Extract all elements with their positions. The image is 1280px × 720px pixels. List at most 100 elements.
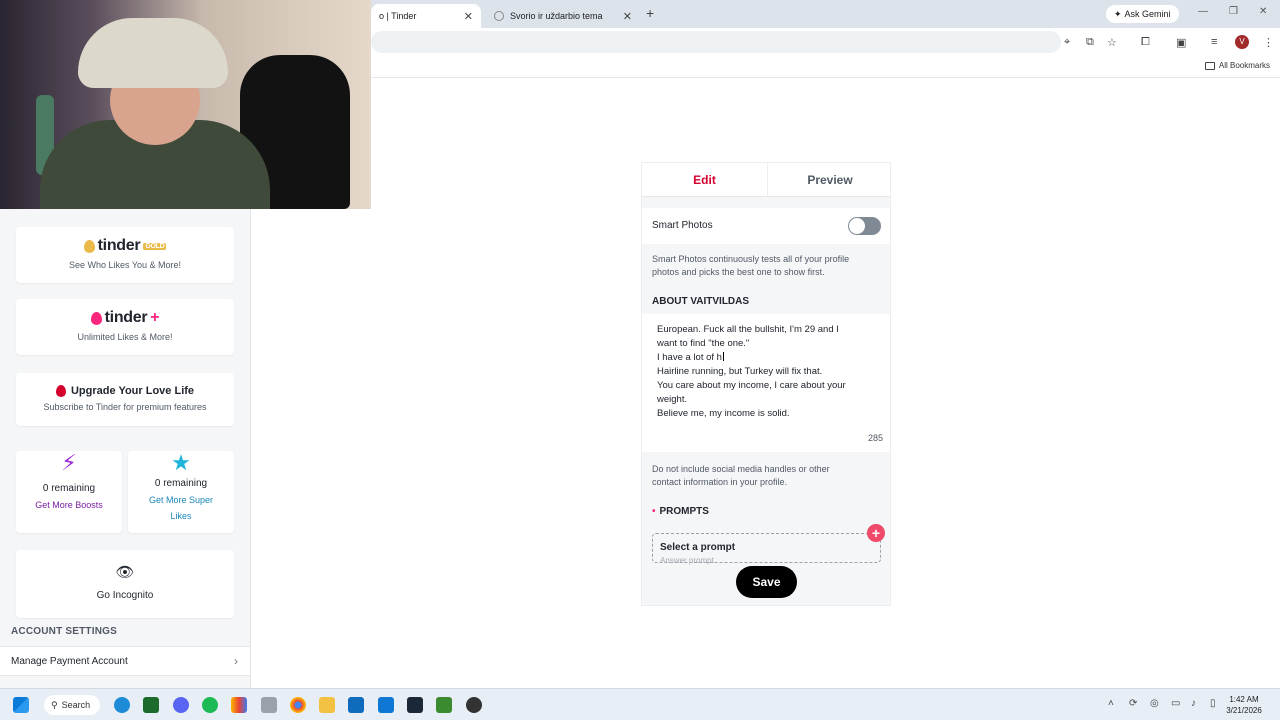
tab-preview[interactable]: Preview xyxy=(767,163,890,197)
edit-preview-tabs: Edit Preview xyxy=(642,163,890,197)
super-likes-card[interactable]: ★ 0 remaining Get More Super Likes xyxy=(128,451,234,533)
logo-text: tinder xyxy=(97,237,141,254)
location-icon[interactable]: ⌖ xyxy=(1064,36,1070,49)
new-tab-button[interactable]: + xyxy=(646,5,654,21)
edit-profile-panel: Edit Preview Smart Photos Smart Photos c… xyxy=(641,162,891,606)
battery-icon[interactable]: ▯ xyxy=(1210,698,1216,709)
profile-avatar[interactable]: V xyxy=(1235,35,1249,49)
incognito-eye-icon: 👁 xyxy=(115,564,135,581)
upgrade-title: Upgrade Your Love Life xyxy=(70,385,195,397)
system-clock[interactable]: 1:42 AM 3/21/2026 xyxy=(1224,694,1264,716)
edge-icon[interactable] xyxy=(114,697,130,713)
tab-svorio[interactable]: Svorio ir uždarbio tema ✕ xyxy=(486,4,640,28)
save-button[interactable]: Save xyxy=(736,566,797,598)
get-more-super-likes-link[interactable]: Get More Super Likes xyxy=(128,492,234,524)
warning-line: contact information in your profile. xyxy=(652,477,788,487)
volume-icon[interactable]: ♪ xyxy=(1191,698,1196,709)
obs-icon[interactable] xyxy=(466,697,482,713)
side-panel-icon[interactable]: ▣ xyxy=(1176,36,1186,49)
spotify-icon[interactable] xyxy=(202,697,218,713)
character-count: 285 xyxy=(867,433,883,443)
reading-list-icon[interactable]: ≡ xyxy=(1211,36,1217,48)
close-window-icon[interactable]: ✕ xyxy=(1259,6,1267,17)
address-bar[interactable] xyxy=(371,31,1061,53)
outlook-icon[interactable] xyxy=(378,697,394,713)
plus-sign: + xyxy=(150,309,160,326)
bio-line: weight. xyxy=(657,394,688,405)
link-line: Likes xyxy=(170,511,192,521)
ask-gemini-button[interactable]: ✦ Ask Gemini xyxy=(1106,5,1179,23)
search-icon: ⚲ xyxy=(51,699,58,710)
prompt-title: Select a prompt xyxy=(660,542,736,553)
get-more-boosts-link[interactable]: Get More Boosts xyxy=(16,497,122,513)
tab-tinder[interactable]: o | Tinder ✕ xyxy=(371,4,481,28)
steam-icon[interactable] xyxy=(407,697,423,713)
desc-line: Smart Photos continuously tests all of y… xyxy=(652,254,850,264)
all-bookmarks-button[interactable]: All Bookmarks xyxy=(1204,61,1270,70)
bio-line: Hairline running, but Turkey will fix th… xyxy=(657,366,823,377)
boosts-card[interactable]: ⚡ 0 remaining Get More Boosts xyxy=(16,451,122,533)
smart-photos-row: Smart Photos xyxy=(642,208,890,244)
install-app-icon[interactable]: ⧉ xyxy=(1086,36,1094,49)
add-prompt-plus-icon[interactable]: + xyxy=(867,524,885,542)
gold-subtitle: See Who Likes You & More! xyxy=(68,260,182,270)
tray-app-icon[interactable]: ◎ xyxy=(1150,698,1159,709)
minimize-icon[interactable]: — xyxy=(1198,6,1208,17)
snipping-tool-icon[interactable] xyxy=(261,697,277,713)
chrome-icon[interactable] xyxy=(290,697,306,713)
minecraft-icon[interactable] xyxy=(436,697,452,713)
webcam-person-hat xyxy=(78,18,228,88)
network-icon[interactable]: ▭ xyxy=(1171,698,1180,709)
file-explorer-icon[interactable] xyxy=(319,697,335,713)
taskbar-search[interactable]: ⚲ Search xyxy=(44,695,100,715)
tinder-gold-card[interactable]: tinder GOLD See Who Likes You & More! xyxy=(16,227,234,283)
tab-edit[interactable]: Edit xyxy=(642,163,767,197)
tray-app-icon[interactable]: ⟳ xyxy=(1129,698,1137,709)
store-icon[interactable] xyxy=(348,697,364,713)
tinder-plus-card[interactable]: tinder + Unlimited Likes & More! xyxy=(16,299,234,355)
prompt-answer-placeholder: Answer prompt xyxy=(660,556,714,565)
logo-text: tinder xyxy=(104,309,148,326)
star-icon[interactable]: ☆ xyxy=(1107,36,1117,49)
gold-badge: GOLD xyxy=(143,242,167,250)
account-settings-heading: ACCOUNT SETTINGS xyxy=(11,626,117,637)
contact-info-warning: Do not include social media handles or o… xyxy=(652,463,882,489)
globe-icon xyxy=(494,11,504,21)
bio-line: want to find "the one." xyxy=(657,338,750,349)
prompt-slot[interactable]: Select a prompt Answer prompt xyxy=(652,533,881,565)
webcam-overlay xyxy=(0,0,371,209)
bio-line-current: I have a lot of h xyxy=(657,352,724,363)
flame-icon xyxy=(90,311,102,325)
prompts-heading: • PROMPTS xyxy=(652,506,709,517)
bio-line: European. Fuck all the bullshit, I'm 29 … xyxy=(657,324,839,335)
smart-photos-toggle[interactable] xyxy=(848,217,881,235)
incognito-label: Go Incognito xyxy=(96,590,154,601)
extensions-icon[interactable]: ⧠ xyxy=(1141,36,1150,49)
flame-icon xyxy=(55,385,66,397)
gold-flame-icon xyxy=(83,239,95,253)
upgrade-subtitle: Subscribe to Tinder for premium features xyxy=(43,402,207,412)
bio-line: Believe me, my income is solid. xyxy=(657,408,790,419)
prompts-heading-text: PROMPTS xyxy=(659,506,709,517)
nvidia-icon[interactable] xyxy=(143,697,159,713)
windows-start-icon[interactable] xyxy=(13,697,29,713)
windows-taskbar: ⚲ Search ˄ ⟳ ◎ ▭ ♪ ▯ 1:42 AM 3/21/2026 xyxy=(0,688,1280,720)
ask-gemini-label: Ask Gemini xyxy=(1124,9,1171,19)
incognito-card[interactable]: 👁 Go Incognito xyxy=(16,550,234,618)
upgrade-card[interactable]: Upgrade Your Love Life Subscribe to Tind… xyxy=(16,373,234,426)
menu-icon[interactable]: ⋮ xyxy=(1263,36,1274,49)
maximize-icon[interactable]: ❐ xyxy=(1229,6,1238,17)
super-likes-remaining: 0 remaining xyxy=(154,478,208,489)
app-icon[interactable] xyxy=(231,697,247,713)
close-tab-icon[interactable]: ✕ xyxy=(464,10,473,23)
manage-payment-row[interactable]: Manage Payment Account › xyxy=(0,646,250,676)
link-line: Get More Super xyxy=(148,495,214,505)
about-heading: ABOUT VAITVILDAS xyxy=(652,296,750,307)
smart-photos-label: Smart Photos xyxy=(652,220,713,231)
close-tab-icon[interactable]: ✕ xyxy=(623,10,632,23)
discord-icon[interactable] xyxy=(173,697,189,713)
chevron-up-icon[interactable]: ˄ xyxy=(1108,698,1114,709)
bio-textarea[interactable]: European. Fuck all the bullshit, I'm 29 … xyxy=(642,314,890,452)
clock-time: 1:42 AM xyxy=(1229,695,1259,704)
manage-payment-label: Manage Payment Account xyxy=(11,656,128,667)
